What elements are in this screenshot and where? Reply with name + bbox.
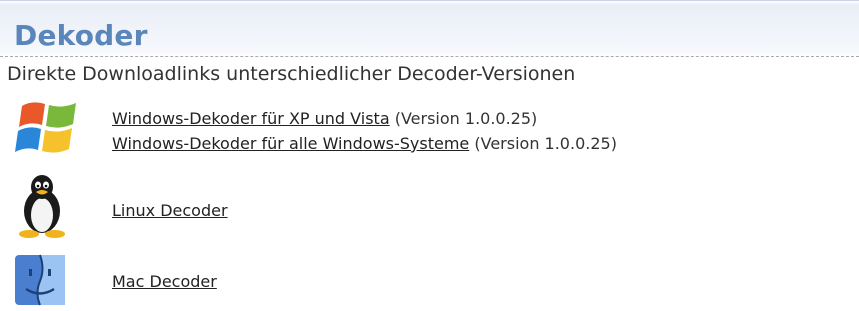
windows-all-row: Windows-Dekoder für alle Windows-Systeme…	[112, 132, 617, 156]
windows-xp-vista-row: Windows-Dekoder für XP und Vista (Versio…	[112, 107, 537, 131]
windows-all-systems-version: (Version 1.0.0.25)	[474, 134, 617, 153]
section-subtitle: Direkte Downloadlinks unterschiedlicher …	[7, 63, 576, 85]
subtitle-row: Direkte Downloadlinks unterschiedlicher …	[0, 56, 859, 87]
section-header: Dekoder	[0, 0, 859, 56]
windows-logo-icon	[12, 94, 82, 164]
windows-xp-vista-link[interactable]: Windows-Dekoder für XP und Vista	[112, 109, 390, 128]
linux-row: Linux Decoder	[112, 199, 228, 223]
windows-all-systems-link[interactable]: Windows-Dekoder für alle Windows-Systeme	[112, 134, 469, 153]
mac-finder-icon	[13, 253, 67, 307]
section-title: Dekoder	[14, 19, 148, 52]
linux-decoder-link[interactable]: Linux Decoder	[112, 201, 228, 220]
mac-decoder-link[interactable]: Mac Decoder	[112, 272, 217, 291]
tux-penguin-icon	[14, 173, 70, 239]
mac-row: Mac Decoder	[112, 270, 217, 294]
windows-xp-vista-version: (Version 1.0.0.25)	[394, 109, 538, 128]
